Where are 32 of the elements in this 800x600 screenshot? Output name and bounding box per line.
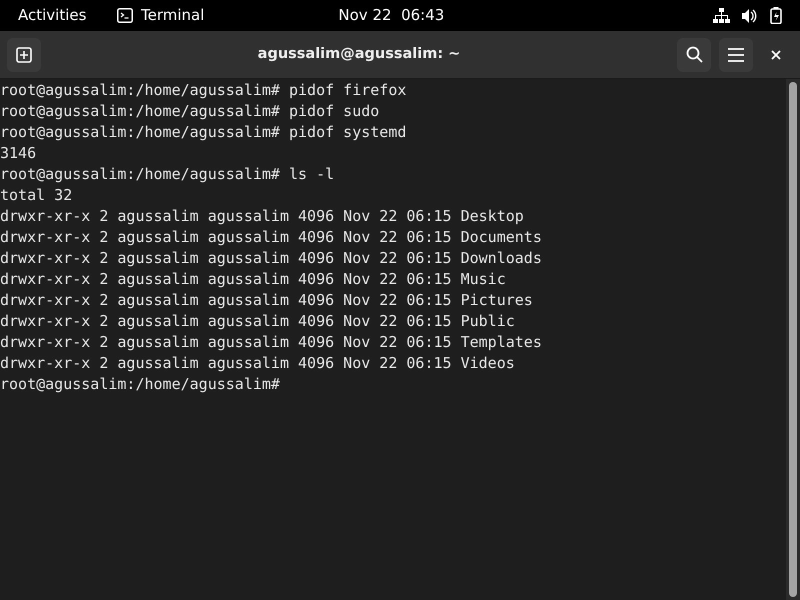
terminal-line: 3146 (0, 143, 36, 164)
volume-icon[interactable] (742, 8, 758, 22)
activities-button[interactable]: Activities (18, 4, 117, 27)
scrollbar-thumb[interactable] (789, 82, 797, 597)
terminal-line: drwxr-xr-x 2 agussalim agussalim 4096 Nov 22 06:15 Music (0, 269, 506, 290)
terminal-line: root@agussalim:/home/agussalim# pidof sudo (0, 101, 380, 122)
new-tab-button[interactable] (7, 38, 41, 72)
terminal-line: drwxr-xr-x 2 agussalim agussalim 4096 Nov 22 06:15 Public (0, 311, 515, 332)
search-button[interactable] (677, 38, 711, 72)
terminal-line: total 32 (0, 185, 72, 206)
terminal-line: root@agussalim:/home/agussalim# (0, 374, 280, 395)
terminal-line: drwxr-xr-x 2 agussalim agussalim 4096 Nov 22 06:15 Desktop (0, 206, 524, 227)
battery-icon[interactable] (770, 7, 782, 24)
scrollbar[interactable] (786, 79, 800, 600)
clock[interactable]: Nov 22 06:43 (338, 4, 444, 27)
terminal-line: root@agussalim:/home/agussalim# pidof systemd (0, 122, 406, 143)
close-icon (771, 50, 781, 60)
terminal-line: drwxr-xr-x 2 agussalim agussalim 4096 Nov 22 06:15 Downloads (0, 248, 542, 269)
menu-icon (728, 48, 744, 62)
terminal-line: drwxr-xr-x 2 agussalim agussalim 4096 Nov 22 06:15 Videos (0, 353, 515, 374)
terminal-line: drwxr-xr-x 2 agussalim agussalim 4096 Nov 22 06:15 Templates (0, 332, 542, 353)
search-icon (686, 46, 702, 63)
terminal-icon (117, 8, 133, 23)
terminal-line: root@agussalim:/home/agussalim# pidof firefox (0, 80, 406, 101)
network-icon[interactable] (713, 8, 730, 24)
window-title: agussalim@agussalim: ~ (256, 44, 462, 64)
plus-icon (16, 46, 32, 62)
app-name[interactable]: Terminal (141, 4, 204, 27)
menu-button[interactable] (719, 38, 753, 72)
terminal-line: drwxr-xr-x 2 agussalim agussalim 4096 Nov 22 06:15 Documents (0, 227, 542, 248)
terminal-line: root@agussalim:/home/agussalim# ls -l (0, 164, 334, 185)
terminal-line: drwxr-xr-x 2 agussalim agussalim 4096 Nov 22 06:15 Pictures (0, 290, 533, 311)
